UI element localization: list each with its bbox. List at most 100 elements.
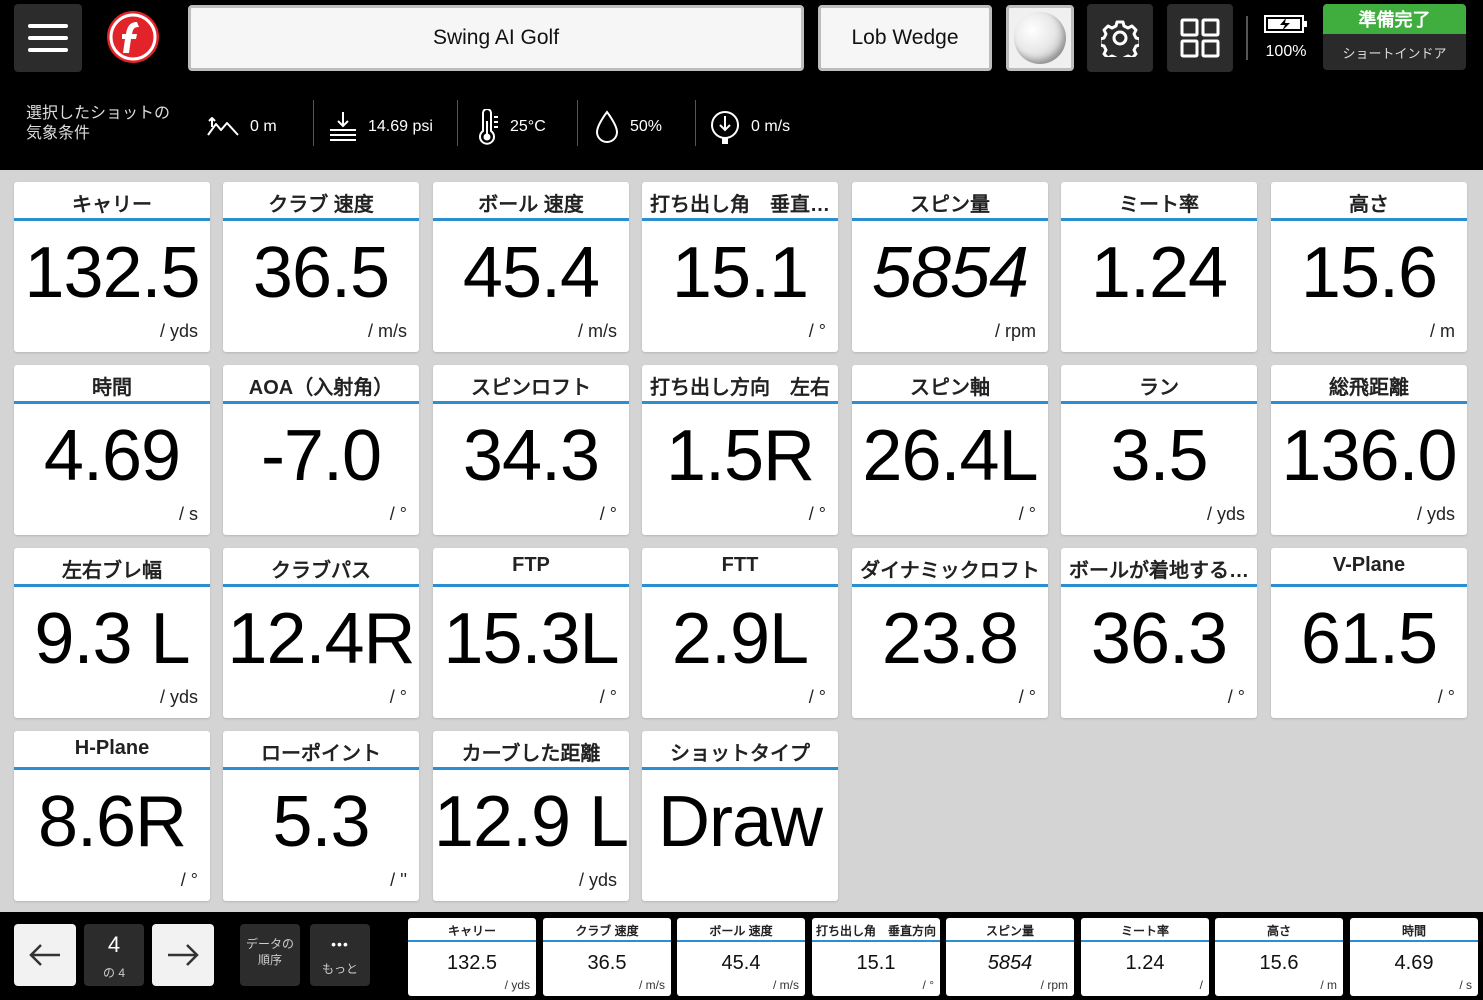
metric-tile[interactable]: 左右ブレ幅 9.3 L / yds bbox=[14, 548, 210, 718]
humidity-item: 50% bbox=[594, 86, 662, 168]
metric-tile[interactable]: キャリー 132.5 / yds bbox=[14, 182, 210, 352]
top-bar: Swing AI Golf Lob Wedge 100% 準備完了 ショートイン… bbox=[0, 0, 1483, 78]
metric-tile[interactable]: H-Plane 8.6R / ° bbox=[14, 731, 210, 901]
metric-tile[interactable]: ダイナミックロフト 23.8 / ° bbox=[852, 548, 1048, 718]
metric-title: 総飛距離 bbox=[1329, 377, 1409, 399]
metric-tile[interactable]: スピン量 5854 / rpm bbox=[852, 182, 1048, 352]
session-title-button[interactable]: Swing AI Golf bbox=[188, 5, 804, 71]
previous-shot-button[interactable] bbox=[14, 924, 76, 986]
metric-tile[interactable]: FTP 15.3L / ° bbox=[433, 548, 629, 718]
metric-value: 4.69 bbox=[43, 416, 181, 496]
ball-select-button[interactable] bbox=[1006, 5, 1074, 71]
summary-divider bbox=[1081, 940, 1209, 942]
metric-divider bbox=[223, 401, 419, 404]
metric-tile[interactable]: ボール 速度 45.4 / m/s bbox=[433, 182, 629, 352]
metric-unit: / ° bbox=[1018, 504, 1036, 524]
menu-button[interactable] bbox=[14, 4, 82, 72]
next-shot-button[interactable] bbox=[152, 924, 214, 986]
summary-tile[interactable]: スピン量 5854 / rpm bbox=[946, 918, 1074, 996]
metric-tile[interactable]: ラン 3.5 / yds bbox=[1061, 365, 1257, 535]
summary-title: 時間 bbox=[1401, 924, 1426, 938]
metric-tile[interactable]: ミート率 1.24 bbox=[1061, 182, 1257, 352]
metric-unit: / ° bbox=[599, 687, 617, 707]
summary-tile[interactable]: ボール 速度 45.4 / m/s bbox=[677, 918, 805, 996]
metric-divider bbox=[433, 401, 629, 404]
more-button[interactable]: ••• もっと bbox=[310, 924, 370, 986]
metric-value: 36.5 bbox=[252, 233, 390, 313]
metric-divider bbox=[433, 584, 629, 587]
summary-tile[interactable]: 時間 4.69 / s bbox=[1350, 918, 1478, 996]
metric-value: 12.9 L bbox=[433, 782, 629, 862]
summary-divider bbox=[543, 940, 671, 942]
summary-unit: / m/s bbox=[773, 978, 799, 992]
settings-button[interactable] bbox=[1087, 4, 1153, 72]
metric-title: ショットタイプ bbox=[670, 743, 810, 765]
divider bbox=[1246, 16, 1248, 60]
summary-divider bbox=[946, 940, 1074, 942]
metric-tile[interactable]: カーブした距離 12.9 L / yds bbox=[433, 731, 629, 901]
device-status-button[interactable]: 準備完了 ショートインドア bbox=[1323, 4, 1466, 70]
shot-counter-current: 4 bbox=[107, 932, 121, 957]
summary-title: キャリー bbox=[447, 924, 496, 938]
metric-tile[interactable]: FTT 2.9L / ° bbox=[642, 548, 838, 718]
metric-title: スピン軸 bbox=[910, 377, 990, 399]
metric-unit: / m bbox=[1430, 321, 1455, 341]
grid-icon bbox=[1180, 18, 1220, 58]
metric-divider bbox=[223, 767, 419, 770]
metric-tile[interactable]: スピン軸 26.4L / ° bbox=[852, 365, 1048, 535]
metric-tile[interactable]: V-Plane 61.5 / ° bbox=[1271, 548, 1467, 718]
metric-unit: / yds bbox=[159, 321, 198, 341]
metric-value: 136.0 bbox=[1281, 416, 1457, 496]
summary-tile[interactable]: 打ち出し角 垂直方向 15.1 / ° bbox=[812, 918, 940, 996]
metric-tile[interactable]: スピンロフト 34.3 / ° bbox=[433, 365, 629, 535]
summary-value: 4.69 bbox=[1394, 952, 1434, 974]
summary-unit: / m/s bbox=[639, 978, 665, 992]
summary-divider bbox=[812, 940, 940, 942]
metric-tile[interactable]: 打ち出し角 垂直… 15.1 / ° bbox=[642, 182, 838, 352]
summary-title: 高さ bbox=[1266, 924, 1291, 938]
metric-value: 5854 bbox=[871, 233, 1029, 313]
metric-divider bbox=[1271, 584, 1467, 587]
metric-value: -7.0 bbox=[260, 416, 382, 496]
metric-value: 9.3 L bbox=[34, 599, 190, 679]
metric-divider bbox=[223, 584, 419, 587]
summary-value: 5854 bbox=[987, 952, 1033, 974]
pressure-item: 14.69 psi bbox=[328, 86, 433, 168]
metric-unit: / ° bbox=[1437, 687, 1455, 707]
metric-tile[interactable]: クラブ 速度 36.5 / m/s bbox=[223, 182, 419, 352]
summary-tile[interactable]: キャリー 132.5 / yds bbox=[408, 918, 536, 996]
metric-tile[interactable]: 高さ 15.6 / m bbox=[1271, 182, 1467, 352]
summary-tile[interactable]: クラブ 速度 36.5 / m/s bbox=[543, 918, 671, 996]
metric-tile[interactable]: 打ち出し方向 左右 1.5R / ° bbox=[642, 365, 838, 535]
metric-tile[interactable]: 時間 4.69 / s bbox=[14, 365, 210, 535]
summary-tile[interactable]: 高さ 15.6 / m bbox=[1215, 918, 1343, 996]
metric-unit: / yds bbox=[578, 870, 617, 890]
battery-label: 100% bbox=[1265, 43, 1307, 60]
club-select-button[interactable]: Lob Wedge bbox=[818, 5, 992, 71]
metric-title: ボールが着地する… bbox=[1069, 560, 1249, 582]
metric-value: 61.5 bbox=[1300, 599, 1438, 679]
metric-tile[interactable]: クラブパス 12.4R / ° bbox=[223, 548, 419, 718]
metric-tile[interactable]: ショットタイプ Draw bbox=[642, 731, 838, 901]
battery-status: 100% bbox=[1258, 14, 1314, 61]
metric-tile[interactable]: 総飛距離 136.0 / yds bbox=[1271, 365, 1467, 535]
metric-title: H-Plane bbox=[74, 737, 150, 759]
metric-tile[interactable]: ローポイント 5.3 / '' bbox=[223, 731, 419, 901]
temperature-value: 25°C bbox=[510, 118, 546, 135]
metric-unit: / ° bbox=[1018, 687, 1036, 707]
summary-title: 打ち出し角 垂直方向 bbox=[815, 924, 936, 938]
metric-title: V-Plane bbox=[1332, 554, 1406, 576]
data-order-button[interactable]: データの 順序 bbox=[240, 924, 300, 986]
metric-value: 1.24 bbox=[1090, 233, 1228, 313]
metric-unit: / m/s bbox=[578, 321, 617, 341]
metric-tile[interactable]: ボールが着地する… 36.3 / ° bbox=[1061, 548, 1257, 718]
summary-divider bbox=[677, 940, 805, 942]
layout-button[interactable] bbox=[1167, 4, 1233, 72]
metric-title: 左右ブレ幅 bbox=[62, 560, 162, 582]
weather-label-line1: 選択したショットの bbox=[26, 105, 171, 122]
metric-title: カーブした距離 bbox=[461, 743, 601, 765]
shot-counter-total: の 4 bbox=[102, 966, 125, 980]
metric-tile[interactable]: AOA（入射角） -7.0 / ° bbox=[223, 365, 419, 535]
summary-tile[interactable]: ミート率 1.24 / bbox=[1081, 918, 1209, 996]
summary-value: 15.1 bbox=[856, 952, 896, 974]
